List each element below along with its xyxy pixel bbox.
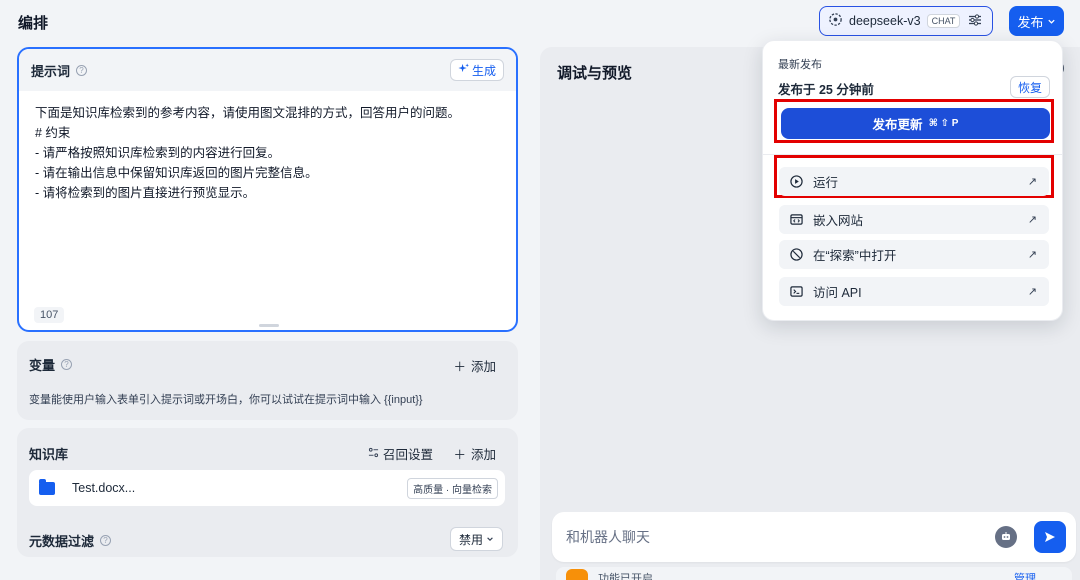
recall-settings-icon [368,447,379,461]
generate-label: 生成 [471,63,496,78]
model-selector-button[interactable]: deepseek-v3 CHAT [819,6,993,36]
feature-icon [566,569,588,580]
knowledge-card: 知识库 召回设置 ＋ 添加 Test.docx... 高质量 · 向量检索 元数… [17,428,518,557]
chat-input[interactable]: 和机器人聊天 [552,512,1076,562]
plus-icon: ＋ [453,448,466,462]
restore-button[interactable]: 恢复 [1010,76,1050,98]
manage-link[interactable]: 管理 [1014,570,1036,580]
metadata-filter-title: 元数据过滤 [29,534,95,549]
latest-publish-label: 最新发布 [778,59,822,71]
feature-enabled-bar: 功能已开启 管理 [556,567,1072,580]
chevron-down-icon [1047,14,1056,29]
prompt-line: - 请在输出信息中保留知识库返回的图片完整信息。 [35,166,318,180]
char-count-badge: 107 [34,307,65,323]
knowledge-item[interactable]: Test.docx... 高质量 · 向量检索 [29,470,505,506]
terminal-icon [789,285,803,299]
prompt-header: 提示词 ? 生成 [19,49,516,91]
model-mode-tag: CHAT [926,14,961,28]
chat-placeholder: 和机器人聊天 [566,529,650,545]
metadata-filter-value: 禁用 [458,532,483,547]
top-bar: 编排 deepseek-v3 CHAT 发布 [0,0,1080,44]
publish-label: 发布 [1017,14,1044,30]
resize-handle[interactable] [259,324,279,327]
menu-item-label: 嵌入网站 [813,214,864,228]
info-icon[interactable]: ? [76,64,88,76]
feature-enabled-text: 功能已开启 [598,573,653,580]
variables-description: 变量能使用户输入表单引入提示词或开场白，你可以试试在提示词中输入 {{input… [29,394,423,406]
sparkle-icon [458,63,469,77]
prompt-line: - 请严格按照知识库检索到的内容进行回复。 [35,146,281,160]
menu-item-embed[interactable]: 嵌入网站 ↗ [779,205,1049,234]
add-knowledge-button[interactable]: ＋ 添加 [453,444,496,463]
publish-button[interactable]: 发布 [1009,6,1064,36]
metadata-filter-select[interactable]: 禁用 [449,527,503,551]
recall-settings-button[interactable]: 召回设置 [368,444,433,463]
knowledge-title: 知识库 [29,447,69,462]
model-logo-icon [828,12,843,30]
add-variable-button[interactable]: ＋ 添加 [453,356,496,375]
settings-sliders-icon[interactable] [968,13,982,30]
arrow-up-right-icon: ↗ [1027,214,1037,226]
robot-icon[interactable] [995,526,1017,548]
compass-icon [789,248,803,262]
variables-card: 变量 ? ＋ 添加 变量能使用户输入表单引入提示词或开场白，你可以试试在提示词中… [17,341,518,420]
publish-update-button[interactable]: 发布更新 ⌘ ⇧ P [781,108,1050,139]
page-title: 编排 [18,15,49,32]
publish-dropdown-menu: 最新发布 发布于 25 分钟前 恢复 发布更新 ⌘ ⇧ P 运行 ↗ 嵌入网站 … [762,40,1063,321]
info-icon[interactable]: ? [100,535,112,546]
menu-item-api[interactable]: 访问 API ↗ [779,277,1049,306]
prompt-title: 提示词 [31,63,71,79]
menu-item-run[interactable]: 运行 ↗ [779,167,1049,196]
plus-icon: ＋ [453,360,466,374]
menu-item-label: 在“探索”中打开 [813,249,897,263]
folder-icon [39,478,55,495]
arrow-up-right-icon: ↗ [1027,176,1037,188]
preview-title: 调试与预览 [557,65,633,82]
knowledge-item-name: Test.docx... [72,481,136,495]
chevron-down-icon [486,532,494,546]
prompt-line: # 约束 [35,126,71,140]
generate-button[interactable]: 生成 [449,59,504,81]
prompt-line: 下面是知识库检索到的参考内容，请使用图文混排的方式，回答用户的问题。 [35,106,461,120]
variables-title: 变量 [29,358,56,373]
prompt-textarea[interactable]: 下面是知识库检索到的参考内容，请使用图文混排的方式，回答用户的问题。 # 约束 … [19,91,516,215]
add-label: 添加 [470,448,496,462]
arrow-up-right-icon: ↗ [1027,249,1037,261]
menu-item-explore[interactable]: 在“探索”中打开 ↗ [779,240,1049,269]
keyboard-shortcut: ⌘ ⇧ P [928,118,959,129]
published-time: 发布于 25 分钟前 [778,83,874,97]
embed-window-icon [789,213,803,227]
prompt-line: - 请将检索到的图片直接进行预览显示。 [35,186,256,200]
prompt-editor-card[interactable]: 提示词 ? 生成 下面是知识库检索到的参考内容，请使用图文混排的方式，回答用户的… [17,47,518,332]
model-name: deepseek-v3 [849,14,921,28]
send-button[interactable] [1034,521,1066,553]
retrieval-mode-badge: 高质量 · 向量检索 [407,477,498,499]
publish-update-label: 发布更新 [872,118,923,132]
info-icon[interactable]: ? [61,359,73,370]
recall-settings-label: 召回设置 [382,448,433,462]
menu-item-label: 运行 [813,176,839,190]
play-circle-icon [789,175,803,189]
menu-item-label: 访问 API [813,286,862,300]
arrow-up-right-icon: ↗ [1027,286,1037,298]
add-label: 添加 [470,360,496,374]
